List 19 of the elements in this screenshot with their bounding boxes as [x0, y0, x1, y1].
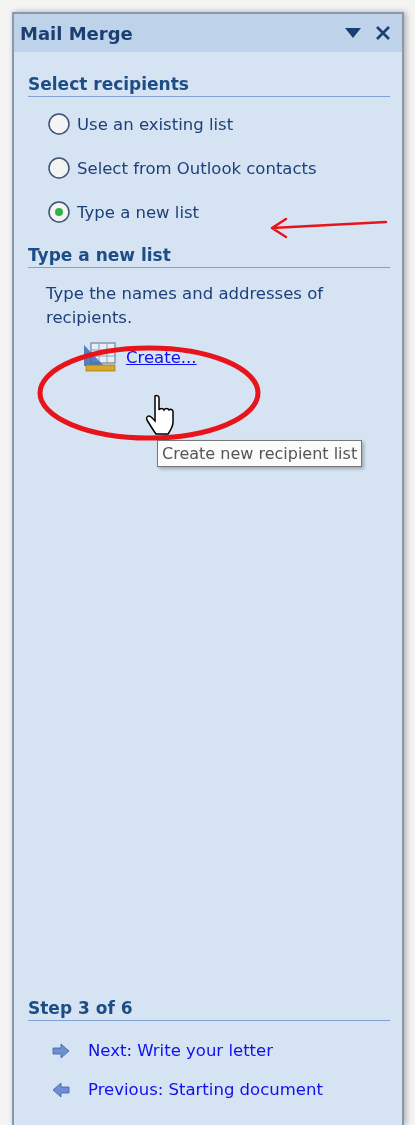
- left-arrow-icon: [52, 1082, 70, 1097]
- description-text: Type the names and addresses of recipients.: [46, 283, 325, 329]
- step-link[interactable]: Next: Write your letter: [88, 1041, 273, 1060]
- pane-title: Mail Merge: [20, 22, 134, 44]
- table-ruler-icon[interactable]: [82, 342, 116, 372]
- tooltip: Create new recipient list: [157, 440, 363, 467]
- create-link[interactable]: Create...: [126, 347, 197, 367]
- radio-button[interactable]: [48, 113, 70, 135]
- radio-option[interactable]: Select from Outlook contacts: [48, 157, 390, 179]
- right-arrow-icon: [52, 1043, 70, 1058]
- radio-option[interactable]: Use an existing list: [48, 113, 390, 135]
- section-heading: Select recipients: [28, 74, 390, 97]
- section-heading: Type a new list: [28, 245, 390, 268]
- radio-button[interactable]: [48, 157, 70, 179]
- step-link[interactable]: Previous: Starting document: [88, 1080, 323, 1099]
- hand-cursor-icon: [145, 394, 177, 436]
- section-heading: Step 3 of 6: [28, 998, 390, 1021]
- radio-button[interactable]: [48, 201, 70, 223]
- radio-option[interactable]: Type a new list: [48, 201, 390, 223]
